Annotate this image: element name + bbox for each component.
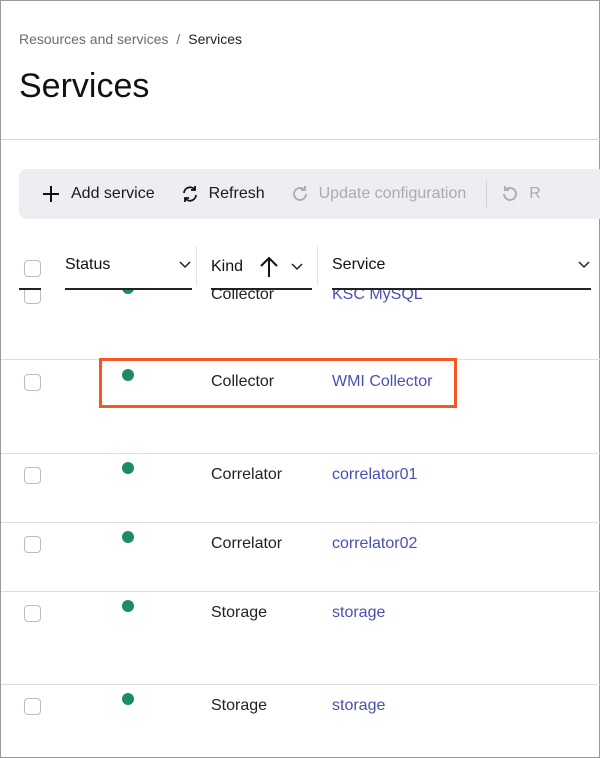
add-service-label: Add service xyxy=(71,185,155,202)
row-divider xyxy=(1,684,600,685)
toolbar: Add service Refresh Update configuration… xyxy=(19,169,600,219)
service-link[interactable]: storage xyxy=(332,604,385,622)
service-link[interactable]: correlator01 xyxy=(332,466,417,484)
kind-cell: Correlator xyxy=(211,535,283,552)
refresh-icon xyxy=(182,186,197,202)
service-header-label: Service xyxy=(332,256,386,273)
column-header-kind[interactable]: Kind xyxy=(211,256,311,278)
breadcrumb: Resources and services / Services xyxy=(19,31,242,47)
header-underline xyxy=(332,288,591,290)
header-underline xyxy=(19,288,41,290)
chevron-down-icon[interactable] xyxy=(179,261,191,269)
chevron-down-icon[interactable] xyxy=(578,261,590,269)
column-divider[interactable] xyxy=(196,246,197,286)
redo-icon xyxy=(292,186,307,201)
row-checkbox[interactable] xyxy=(24,605,41,622)
row-divider xyxy=(1,522,600,523)
update-configuration-label: Update configuration xyxy=(318,185,467,202)
service-link[interactable]: storage xyxy=(332,697,385,715)
plus-icon xyxy=(43,186,59,202)
row-divider xyxy=(1,591,600,592)
add-service-button[interactable]: Add service xyxy=(41,184,155,204)
kind-header-label: Kind xyxy=(211,258,244,275)
status-indicator xyxy=(122,600,134,612)
column-header-status[interactable]: Status xyxy=(65,256,191,274)
column-divider[interactable] xyxy=(317,246,318,286)
status-indicator xyxy=(122,531,134,543)
page-title: Services xyxy=(19,67,150,105)
sort-ascending-icon[interactable] xyxy=(259,256,279,278)
header-underline xyxy=(65,288,192,290)
kind-cell: Storage xyxy=(211,604,268,621)
refresh-button[interactable]: Refresh xyxy=(181,185,265,203)
update-configuration-button[interactable]: Update configuration xyxy=(291,185,467,203)
status-indicator xyxy=(122,693,134,705)
header-underline xyxy=(211,288,312,290)
kind-cell: Correlator xyxy=(211,466,283,483)
breadcrumb-parent[interactable]: Resources and services xyxy=(19,31,168,47)
row-checkbox[interactable] xyxy=(24,698,41,715)
status-indicator xyxy=(122,462,134,474)
row-checkbox[interactable] xyxy=(24,374,41,391)
row-checkbox[interactable] xyxy=(24,467,41,484)
refresh-label: Refresh xyxy=(208,185,265,202)
restart-label: R xyxy=(529,185,541,202)
status-header-label: Status xyxy=(65,256,111,273)
restart-button[interactable]: R xyxy=(501,185,541,203)
service-link[interactable]: correlator02 xyxy=(332,535,417,553)
undo-icon xyxy=(503,186,518,201)
row-checkbox[interactable] xyxy=(24,536,41,553)
column-header-service[interactable]: Service xyxy=(332,256,590,274)
select-all-checkbox[interactable] xyxy=(24,260,41,277)
breadcrumb-current: Services xyxy=(188,31,242,47)
divider xyxy=(1,139,600,140)
highlight-box xyxy=(99,358,457,408)
toolbar-separator xyxy=(486,181,488,207)
kind-cell: Storage xyxy=(211,697,268,714)
chevron-down-icon[interactable] xyxy=(291,263,303,271)
row-divider xyxy=(1,453,600,454)
breadcrumb-separator: / xyxy=(176,31,181,47)
